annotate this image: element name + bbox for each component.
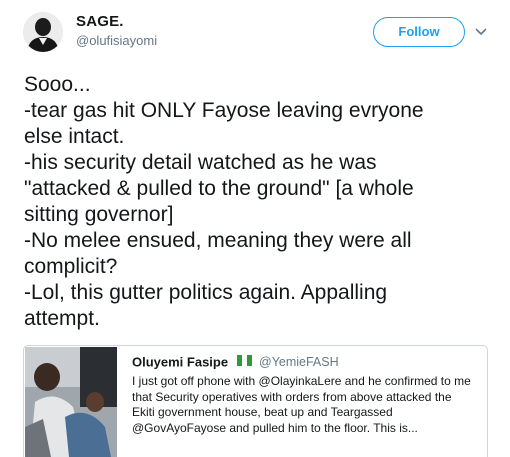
tweet-line: sitting governor] bbox=[24, 203, 174, 226]
tweet-line: -No melee ensued, meaning they were all bbox=[24, 229, 412, 252]
follow-button[interactable]: Follow bbox=[373, 17, 465, 47]
quoted-tweet-line: I just got off phone with @OlayinkaLere … bbox=[132, 374, 471, 388]
author-handle[interactable]: @olufisiayomi bbox=[76, 33, 157, 48]
quoted-tweet-thumbnail[interactable] bbox=[25, 347, 117, 457]
tweet-line: -Lol, this gutter politics again. Appall… bbox=[24, 281, 388, 304]
quoted-tweet-header: Oluyemi Fasipe @YemieFASH bbox=[132, 353, 484, 369]
nigeria-flag-icon bbox=[236, 355, 252, 367]
chevron-down-icon[interactable] bbox=[474, 25, 488, 39]
quoted-tweet-text: I just got off phone with @OlayinkaLere … bbox=[132, 374, 484, 436]
tweet-line: "attacked & pulled to the ground" [a who… bbox=[24, 177, 414, 200]
quoted-author-name[interactable]: Oluyemi Fasipe bbox=[132, 354, 228, 369]
tweet-line: else intact. bbox=[24, 125, 125, 148]
tweet-header: SAGE. @olufisiayomi Follow bbox=[0, 0, 510, 64]
quoted-author-handle[interactable]: @YemieFASH bbox=[259, 355, 339, 369]
author-avatar[interactable] bbox=[23, 12, 63, 52]
author-display-name[interactable]: SAGE. bbox=[76, 13, 124, 30]
quoted-tweet-line: @GovAyoFayose and pulled him to the floo… bbox=[132, 420, 418, 435]
quoted-tweet-card[interactable]: Oluyemi Fasipe @YemieFASH I just got off… bbox=[23, 345, 488, 457]
tweet-text: Sooo... -tear gas hit ONLY Fayose leavin… bbox=[24, 72, 484, 332]
tweet-line: -tear gas hit ONLY Fayose leaving evryon… bbox=[24, 99, 424, 122]
tweet-line: complicit? bbox=[24, 255, 118, 278]
quoted-tweet-body: Oluyemi Fasipe @YemieFASH I just got off… bbox=[132, 353, 484, 436]
tweet-line: -his security detail watched as he was bbox=[24, 151, 377, 174]
quoted-tweet-line: Ekiti government house, beat up and Tear… bbox=[132, 405, 393, 420]
tweet-line: Sooo... bbox=[24, 73, 91, 96]
tweet-line: attempt. bbox=[24, 307, 100, 330]
quoted-tweet-line: that Security operatives with orders fro… bbox=[132, 389, 452, 404]
